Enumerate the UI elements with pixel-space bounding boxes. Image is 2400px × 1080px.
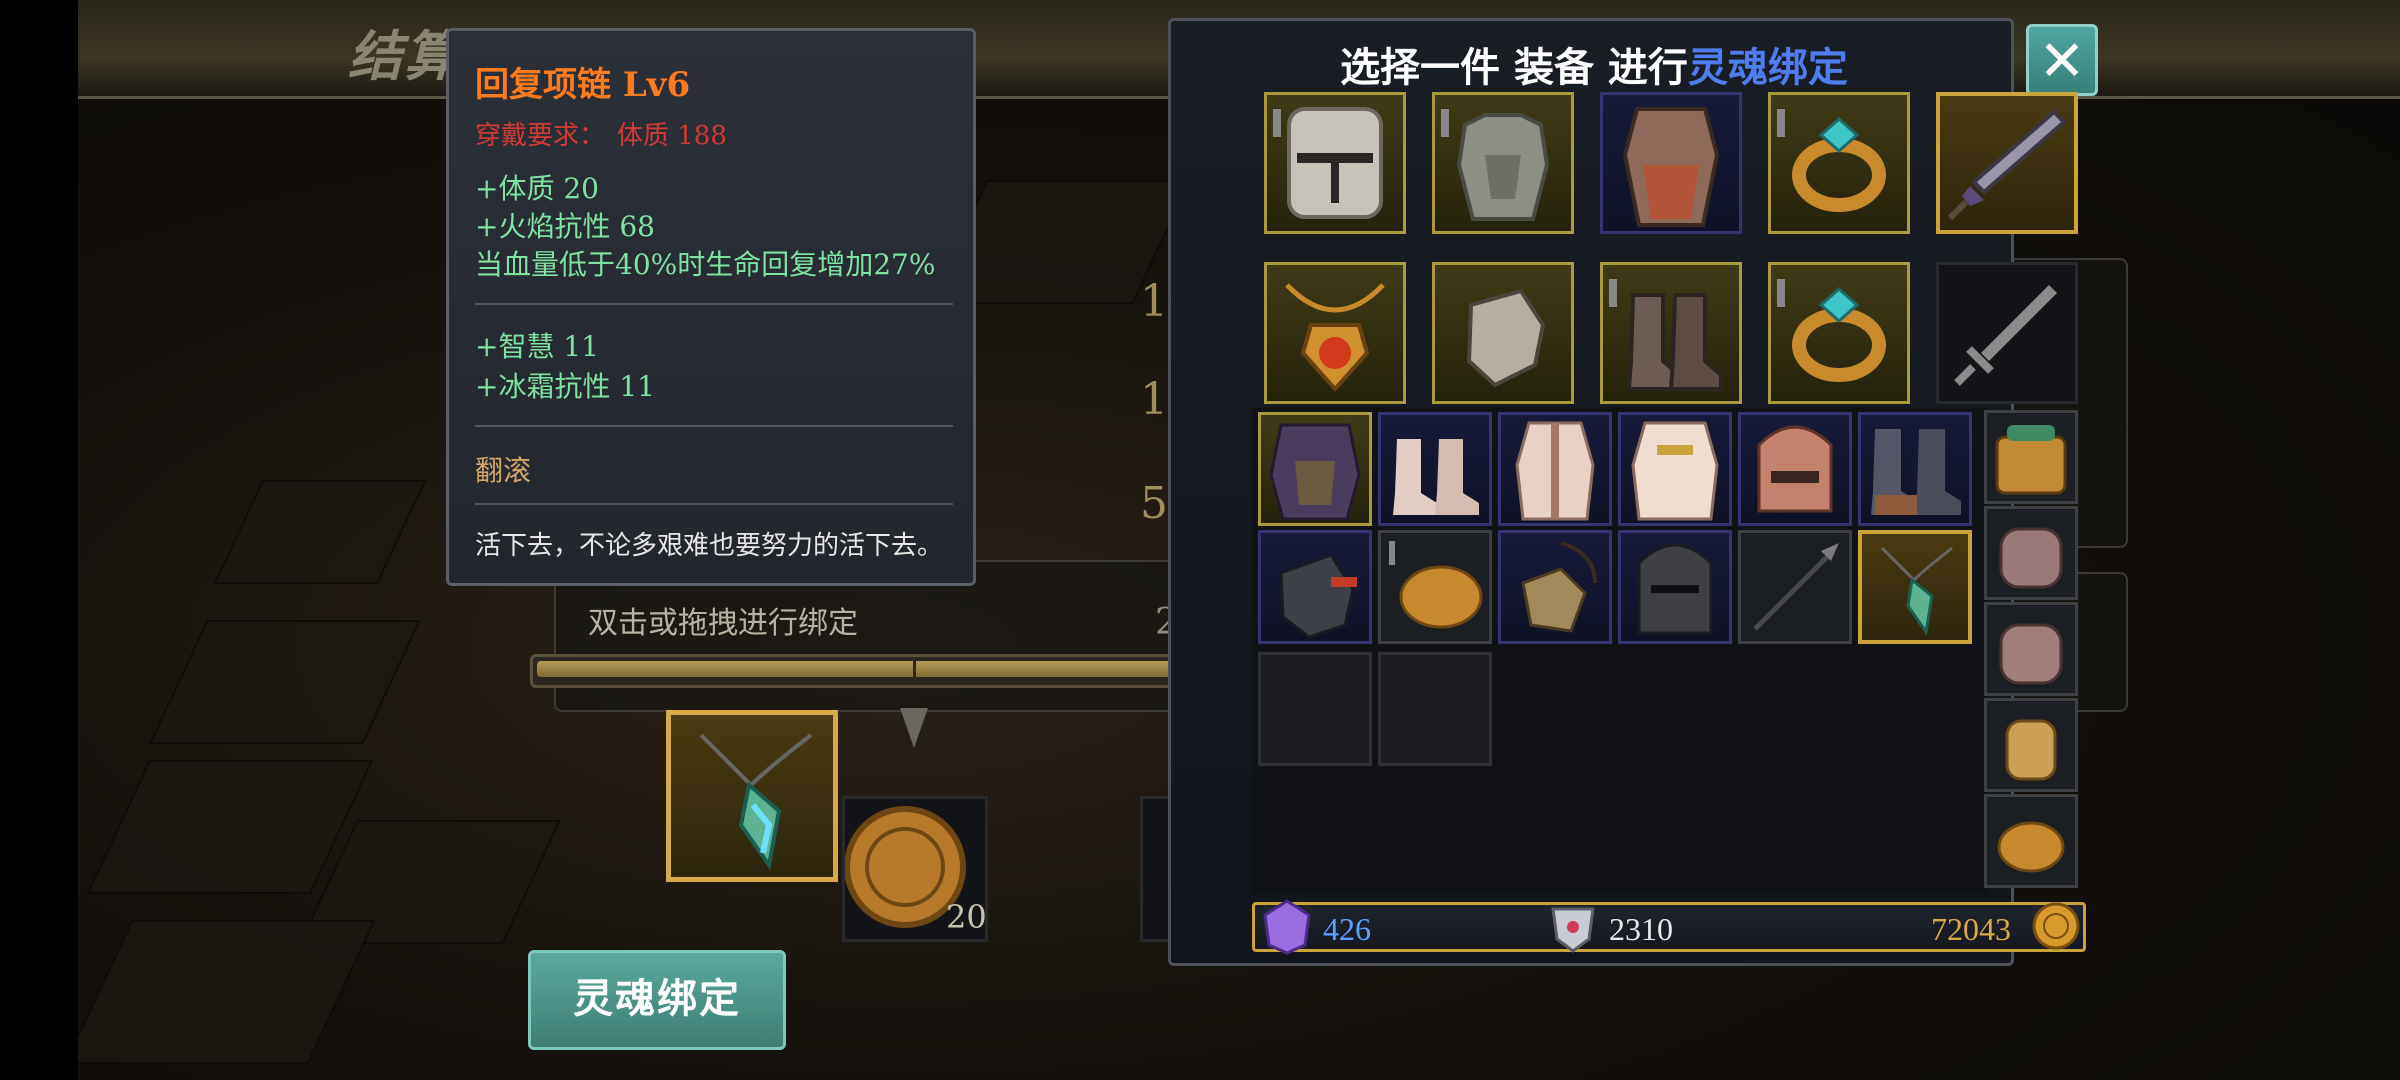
- inventory-slot[interactable]: [1258, 412, 1372, 526]
- gloves-icon: [1466, 288, 1546, 388]
- hood-icon: [1269, 423, 1361, 521]
- boots-icon: [1871, 429, 1961, 515]
- robe-icon: [1631, 421, 1719, 521]
- pendant-icon: [1880, 546, 1953, 636]
- bag-tab[interactable]: [1984, 410, 2078, 504]
- bread-icon: [1997, 821, 2065, 873]
- equip-slot-gloves[interactable]: [1432, 262, 1574, 404]
- inventory-slot[interactable]: [1258, 530, 1372, 644]
- equip-slot-weapon[interactable]: [1936, 92, 2078, 234]
- bread-icon: [1389, 541, 1483, 629]
- divider: [475, 503, 953, 505]
- stat-line: +智慧 11: [475, 330, 599, 363]
- helmet-icon: [1637, 543, 1713, 635]
- amulet-icon: [1521, 541, 1597, 633]
- item-tooltip: 回复项链 Lv6 穿戴要求： 体质 188 +体质 20 +火焰抗性 68 当血…: [446, 28, 976, 586]
- inventory-slot[interactable]: [1738, 412, 1852, 526]
- equip-slot-empty-weapon[interactable]: [1936, 262, 2078, 404]
- stat-line: +冰霜抗性 11: [475, 370, 655, 403]
- boots-icon: [1393, 439, 1479, 515]
- inventory-slot[interactable]: [1498, 530, 1612, 644]
- helmet-icon: [1757, 425, 1833, 513]
- progress-fill: [537, 661, 1229, 677]
- inventory-slot-empty[interactable]: [1378, 652, 1492, 766]
- arrow-down-icon: [900, 708, 928, 748]
- currency-bar: 426 2310 72043: [1252, 899, 2086, 955]
- ring-icon: [1777, 279, 1886, 382]
- requirement-label: 穿戴要求：: [475, 121, 606, 151]
- inventory-slot[interactable]: [1378, 530, 1492, 644]
- panel-title: 选择一件 装备 进行灵魂绑定: [1171, 35, 2017, 93]
- backpack-icon: [1999, 527, 2063, 589]
- sword-slot-icon: [1954, 285, 2057, 386]
- equip-slot-chest[interactable]: [1432, 92, 1574, 234]
- inventory-slot[interactable]: [1738, 530, 1852, 644]
- bag-tab[interactable]: [1984, 698, 2078, 792]
- gem-count: 426: [1323, 911, 1371, 947]
- equip-slot-armor[interactable]: [1600, 92, 1742, 234]
- inventory-slot[interactable]: [1858, 412, 1972, 526]
- inventory-slot[interactable]: [1378, 412, 1492, 526]
- inventory-slot[interactable]: [1618, 530, 1732, 644]
- greatsword-icon: [1947, 109, 2067, 221]
- amulet-icon: [1285, 283, 1385, 393]
- chest-armor-icon: [1441, 109, 1550, 221]
- backpack-icon: [1999, 623, 2063, 685]
- soul-count: 2310: [1609, 911, 1673, 947]
- stat-line: +体质 20: [475, 172, 599, 205]
- soul-crystal-icon: [1545, 899, 1601, 959]
- inventory-slot[interactable]: [1498, 412, 1612, 526]
- inventory-slot-empty[interactable]: [1258, 652, 1372, 766]
- item-name: 回复项链 Lv6: [475, 65, 691, 105]
- progress-tick: [913, 657, 916, 679]
- robe-armor-icon: [1622, 107, 1720, 227]
- divider: [475, 425, 953, 427]
- material-count: 20: [946, 898, 987, 936]
- bind-hint: 双击或拖拽进行绑定: [588, 606, 858, 641]
- skill-name: 翻滚: [475, 454, 532, 487]
- backpack-icon: [2005, 719, 2057, 781]
- equip-slot-amulet[interactable]: [1264, 262, 1406, 404]
- flavor-text: 活下去，不论多艰难也要努力的活下去。: [475, 531, 944, 561]
- soul-bind-button[interactable]: 灵魂绑定: [528, 950, 786, 1050]
- robe-icon: [1515, 421, 1595, 521]
- equip-slot-ring[interactable]: [1768, 92, 1910, 234]
- inventory-slot[interactable]: [1618, 412, 1732, 526]
- title-prefix: 选择一件 装备 进行: [1340, 44, 1688, 91]
- helmet-icon: [1273, 107, 1383, 219]
- equip-slot-boots[interactable]: [1600, 262, 1742, 404]
- equip-slot-helmet[interactable]: [1264, 92, 1406, 234]
- pendant-icon: [699, 733, 813, 871]
- gold-count: 72043: [1931, 911, 2011, 947]
- boots-icon: [1609, 279, 1723, 391]
- spear-icon: [1753, 543, 1839, 631]
- gauntlet-icon: [1279, 553, 1357, 639]
- equip-slot-ring-2[interactable]: [1768, 262, 1910, 404]
- gold-coin-icon: [2031, 901, 2081, 955]
- close-button[interactable]: ✕: [2026, 24, 2098, 96]
- inventory-slot-selected[interactable]: [1858, 530, 1972, 644]
- selected-item-slot[interactable]: [666, 710, 838, 882]
- bind-progress-bar: [530, 654, 1236, 688]
- bag-tab[interactable]: [1984, 506, 2078, 600]
- stat-line: +火焰抗性 68: [475, 210, 655, 243]
- bag-tab[interactable]: [1984, 602, 2078, 696]
- backpack-icon: [1995, 425, 2067, 495]
- divider: [475, 303, 953, 305]
- requirement-value: 体质 188: [617, 121, 727, 151]
- gem-icon: [1261, 899, 1313, 959]
- bag-tab[interactable]: [1984, 794, 2078, 888]
- title-highlight: 灵魂绑定: [1687, 44, 1848, 91]
- ring-icon: [1777, 109, 1886, 212]
- stat-line: 当血量低于40%时生命回复增加27%: [475, 248, 936, 281]
